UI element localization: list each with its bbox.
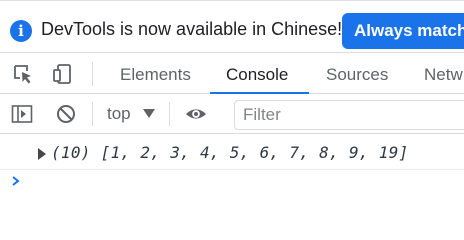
language-infobar: i DevTools is now available in Chinese! …	[0, 0, 464, 50]
eye-icon[interactable]	[185, 103, 207, 125]
clear-console-icon[interactable]	[55, 103, 77, 125]
show-sidebar-icon[interactable]	[11, 103, 33, 125]
filter-input[interactable]	[234, 100, 464, 130]
tab-console[interactable]: Console	[226, 65, 288, 85]
console-log-row[interactable]: (10) [1, 2, 3, 4, 5, 6, 7, 8, 9, 19]	[0, 134, 464, 170]
expand-triangle-icon[interactable]	[38, 148, 46, 160]
toolbar-divider	[169, 102, 170, 126]
context-selector[interactable]: top	[107, 104, 131, 124]
tab-network[interactable]: Netw	[424, 65, 463, 85]
main-tabbar: Elements Console Sources Netw	[0, 52, 464, 94]
always-match-button[interactable]: Always match	[342, 13, 464, 49]
console-output: (10) [1, 2, 3, 4, 5, 6, 7, 8, 9, 19]	[0, 134, 464, 224]
info-icon: i	[10, 20, 32, 42]
chevron-down-icon[interactable]	[143, 109, 155, 118]
infobar-message: DevTools is now available in Chinese!	[41, 19, 343, 39]
toolbar-divider	[92, 102, 93, 126]
tab-elements[interactable]: Elements	[120, 65, 191, 85]
console-toolbar: top	[0, 94, 464, 134]
log-array-preview[interactable]: (10) [1, 2, 3, 4, 5, 6, 7, 8, 9, 19]	[51, 143, 409, 162]
inspect-element-icon[interactable]	[12, 63, 34, 85]
toolbar-divider	[92, 62, 93, 86]
devtools-window: i DevTools is now available in Chinese! …	[0, 0, 464, 224]
console-prompt-icon	[12, 176, 20, 186]
device-toolbar-icon[interactable]	[52, 63, 74, 85]
tab-sources[interactable]: Sources	[326, 65, 388, 85]
